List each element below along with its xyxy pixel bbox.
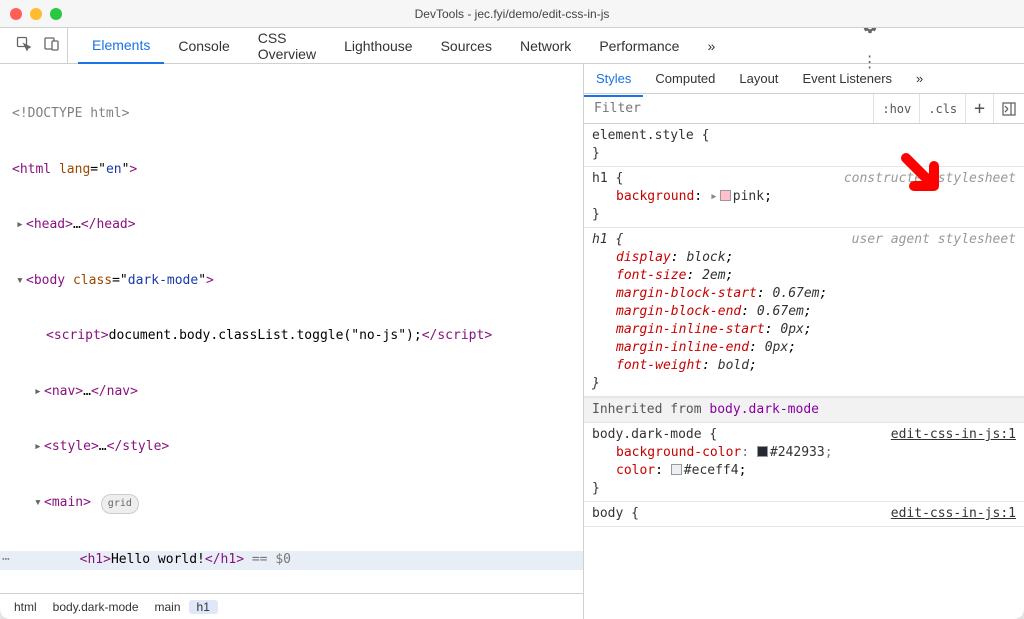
sidebar-tab-layout[interactable]: Layout (727, 61, 790, 97)
origin-link-1[interactable]: edit-css-in-js:1 (891, 426, 1016, 444)
origin-constructed: constructed stylesheet (844, 170, 1016, 188)
tab-overflow[interactable]: » (693, 28, 729, 64)
window-title: DevTools - jec.fyi/demo/edit-css-in-js (0, 7, 1024, 21)
rule-h1-useragent[interactable]: h1 { user agent stylesheet display: bloc… (584, 228, 1024, 397)
swatch-242933[interactable] (757, 446, 768, 457)
filter-input[interactable] (584, 101, 873, 116)
main-open-row[interactable]: <main> grid (0, 494, 583, 515)
head-row[interactable]: <head>…</head> (0, 216, 583, 235)
crumb-main[interactable]: main (147, 600, 189, 614)
inherited-link[interactable]: body.dark-mode (709, 402, 819, 417)
sidebar-tab-event-listeners[interactable]: Event Listeners (790, 61, 904, 97)
sidebar-tab-bar: Styles Computed Layout Event Listeners » (584, 64, 1024, 94)
inherited-header: Inherited from body.dark-mode (584, 397, 1024, 423)
tab-console[interactable]: Console (164, 28, 243, 64)
sidebar-tab-computed[interactable]: Computed (643, 61, 727, 97)
hov-toggle[interactable]: :hov (873, 94, 919, 123)
html-open-row[interactable]: <html lang="en"> (0, 161, 583, 180)
crumb-body[interactable]: body.dark-mode (45, 600, 147, 614)
tab-elements[interactable]: Elements (78, 28, 164, 64)
tab-sources[interactable]: Sources (427, 28, 506, 64)
grid-badge[interactable]: grid (101, 494, 139, 515)
doctype-row[interactable]: <!DOCTYPE html> (0, 105, 583, 124)
rule-body[interactable]: body { edit-css-in-js:1 (584, 502, 1024, 527)
crumb-html[interactable]: html (6, 600, 45, 614)
dom-tree[interactable]: <!DOCTYPE html> <html lang="en"> <head>…… (0, 64, 583, 593)
body-open-row[interactable]: <body class="dark-mode"> (0, 272, 583, 291)
sidebar-tab-styles[interactable]: Styles (584, 61, 643, 97)
tab-lighthouse[interactable]: Lighthouse (330, 28, 427, 64)
script1-row[interactable]: <script>document.body.classList.toggle("… (0, 327, 583, 346)
origin-ua: user agent stylesheet (852, 231, 1016, 249)
rule-element-style[interactable]: element.style { } (584, 124, 1024, 167)
rule-body-dark[interactable]: body.dark-mode { edit-css-in-js:1 backgr… (584, 423, 1024, 502)
titlebar: DevTools - jec.fyi/demo/edit-css-in-js (0, 0, 1024, 28)
rule-h1-constructed[interactable]: h1 { constructed stylesheet background: … (584, 167, 1024, 228)
h1-row-selected[interactable]: <h1>Hello world!</h1> == $0 (0, 551, 583, 570)
nav-row[interactable]: <nav>…</nav> (0, 383, 583, 402)
cls-toggle[interactable]: .cls (919, 94, 965, 123)
swatch-pink[interactable] (720, 190, 731, 201)
filter-bar: :hov .cls + (584, 94, 1024, 124)
breadcrumb: html body.dark-mode main h1 (0, 593, 583, 619)
sidebar-tab-overflow[interactable]: » (904, 61, 935, 97)
new-rule-button[interactable]: + (965, 94, 993, 123)
crumb-h1[interactable]: h1 (189, 600, 218, 614)
main-tab-bar: Elements Console CSS Overview Lighthouse… (0, 28, 1024, 64)
inspect-icon[interactable] (16, 36, 32, 55)
tab-network[interactable]: Network (506, 28, 585, 64)
swatch-eceff4[interactable] (671, 464, 682, 475)
device-toggle-icon[interactable] (44, 36, 60, 55)
tab-css-overview[interactable]: CSS Overview (244, 28, 330, 64)
prop-background[interactable]: background: pink; (592, 188, 1016, 206)
panel-toggle-icon[interactable] (993, 94, 1024, 123)
origin-link-2[interactable]: edit-css-in-js:1 (891, 505, 1016, 523)
style-row[interactable]: <style>…</style> (0, 438, 583, 457)
tab-performance[interactable]: Performance (585, 28, 693, 64)
style-rules: element.style { } h1 { constructed style… (584, 124, 1024, 619)
